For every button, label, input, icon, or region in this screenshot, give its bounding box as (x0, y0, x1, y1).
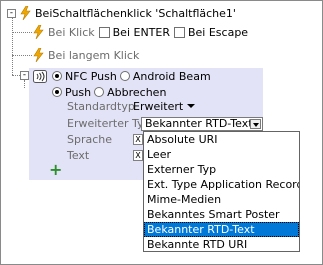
bei-enter-checkbox[interactable] (98, 26, 110, 38)
android-beam-radio[interactable] (119, 71, 130, 81)
event-row-bei-langem-klick: Bei langem Klick (33, 47, 139, 63)
dropdown-option[interactable]: Bekannte RTD URI (144, 237, 299, 251)
chevron-down-icon (185, 102, 196, 110)
bei-escape-checkbox[interactable] (173, 26, 185, 38)
standardtyp-select[interactable]: Erweitert (133, 100, 196, 113)
bei-klick-label: Bei Klick (48, 25, 95, 39)
dropdown-option[interactable]: Mime-Medien (144, 192, 299, 207)
xpath-icon[interactable]: X (133, 149, 143, 161)
push-radio[interactable] (52, 87, 62, 97)
chevron-down-icon[interactable] (250, 119, 261, 129)
lightning-icon (33, 25, 44, 39)
xpath-icon[interactable]: X (133, 133, 143, 145)
push-label: Push (65, 85, 92, 99)
nfc-icon (33, 70, 47, 83)
android-beam-label: Android Beam (132, 69, 211, 83)
nfc-push-label: NFC Push (65, 69, 117, 83)
sprache-row: Sprache X (67, 131, 143, 147)
dropdown-option[interactable]: Bekanntes Smart Poster (144, 207, 299, 222)
erweiterter-typ-select[interactable]: Bekannter RTD-Text (141, 117, 263, 131)
text-label: Text (67, 148, 90, 162)
collapse-toggle[interactable]: - (7, 8, 16, 18)
add-icon[interactable]: + (49, 162, 62, 178)
dropdown-option[interactable]: Externer Typ (144, 162, 299, 177)
bei-enter-label: Bei ENTER (112, 25, 170, 39)
tree-connector (12, 32, 32, 33)
tree-connector (24, 80, 25, 88)
lightning-icon (20, 6, 31, 20)
root-event-label: BeiSchaltflächenklick 'Schaltfläche1' (35, 6, 236, 20)
abbrechen-label: Abbrechen (107, 85, 167, 99)
standardtyp-value: Erweitert (133, 99, 184, 113)
erweiterter-typ-row: Erweiterter Typ (67, 115, 151, 131)
nfc-mode-row: NFC Push Android Beam (52, 68, 211, 84)
dropdown-option-selected[interactable]: Bekannter RTD-Text (144, 222, 299, 237)
abbrechen-radio[interactable] (94, 87, 105, 97)
erweiterter-typ-value: Bekannter RTD-Text (145, 117, 253, 130)
tree-connector (12, 55, 32, 56)
text-row: Text X (67, 147, 143, 163)
tree-connector (12, 18, 13, 75)
dropdown-option[interactable]: Absolute URI (144, 132, 299, 147)
event-row-bei-klick: Bei Klick Bei ENTER Bei Escape (33, 24, 248, 40)
bei-escape-label: Bei Escape (187, 25, 249, 39)
standardtyp-label: Standardtyp (67, 99, 135, 113)
dropdown-option[interactable]: Ext. Type Application Record (144, 177, 299, 192)
dropdown-option[interactable]: Leer (144, 147, 299, 162)
sprache-label: Sprache (67, 132, 113, 146)
action-collapse-toggle[interactable]: - (20, 71, 29, 80)
standardtyp-row: Standardtyp Erweitert (67, 98, 196, 114)
nfc-push-radio[interactable] (52, 71, 62, 81)
erweiterter-typ-dropdown-list[interactable]: Absolute URI Leer Externer Typ Ext. Type… (143, 131, 300, 252)
lightning-icon (33, 48, 44, 62)
bei-langem-klick-label: Bei langem Klick (48, 48, 140, 62)
tree-connector (12, 75, 20, 76)
root-event-row: - BeiSchaltflächenklick 'Schaltfläche1' (7, 5, 236, 21)
erweiterter-typ-label: Erweiterter Typ (67, 116, 151, 130)
